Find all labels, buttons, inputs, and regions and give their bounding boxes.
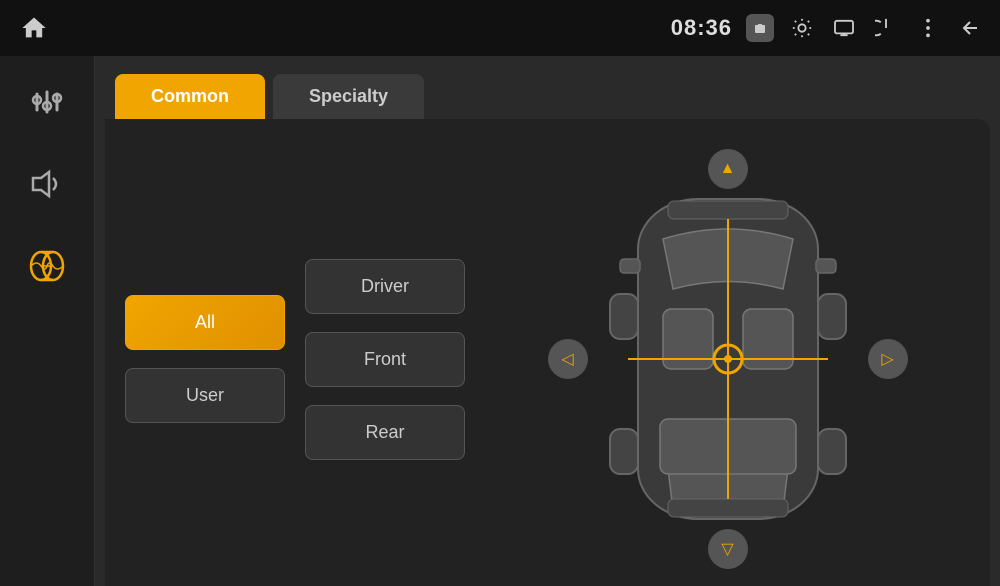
content-area: All User Driver Front Rear ▲ ▽ ◁ ▷ — [105, 119, 990, 586]
rear-button[interactable]: Rear — [305, 405, 465, 460]
back-icon[interactable] — [956, 14, 984, 42]
tab-common[interactable]: Common — [115, 74, 265, 119]
home-icon[interactable] — [16, 10, 52, 46]
menu-dots-icon[interactable] — [914, 14, 942, 42]
arrow-right-button[interactable]: ▷ — [868, 339, 908, 379]
arrow-down-button[interactable]: ▽ — [708, 529, 748, 569]
status-bar-right: 08:36 — [671, 14, 984, 42]
tab-area: Common Specialty — [95, 56, 1000, 119]
car-diagram: ▲ ▽ ◁ ▷ — [485, 139, 970, 579]
sidebar-item-sound-mode[interactable] — [17, 240, 77, 292]
arrow-up-button[interactable]: ▲ — [708, 149, 748, 189]
status-bar: 08:36 — [0, 0, 1000, 56]
tab-specialty[interactable]: Specialty — [273, 74, 424, 119]
zone-controls: Driver Front Rear — [305, 139, 465, 579]
status-bar-left — [16, 10, 52, 46]
user-button[interactable]: User — [125, 368, 285, 423]
brightness-icon[interactable] — [788, 14, 816, 42]
all-button[interactable]: All — [125, 295, 285, 350]
main-content: Common Specialty All User Driver Front R… — [0, 56, 1000, 586]
power-icon[interactable] — [872, 14, 900, 42]
arrow-left-button[interactable]: ◁ — [548, 339, 588, 379]
front-button[interactable]: Front — [305, 332, 465, 387]
main-controls: All User — [125, 139, 285, 579]
sidebar — [0, 56, 95, 586]
sidebar-item-equalizer[interactable] — [17, 76, 77, 128]
car-svg-container: ▲ ▽ ◁ ▷ — [568, 139, 888, 579]
camera-icon[interactable] — [746, 14, 774, 42]
sidebar-item-volume[interactable] — [17, 158, 77, 210]
panel: Common Specialty All User Driver Front R… — [95, 56, 1000, 586]
driver-button[interactable]: Driver — [305, 259, 465, 314]
car-illustration — [568, 139, 888, 579]
display-icon[interactable] — [830, 14, 858, 42]
status-time: 08:36 — [671, 15, 732, 41]
